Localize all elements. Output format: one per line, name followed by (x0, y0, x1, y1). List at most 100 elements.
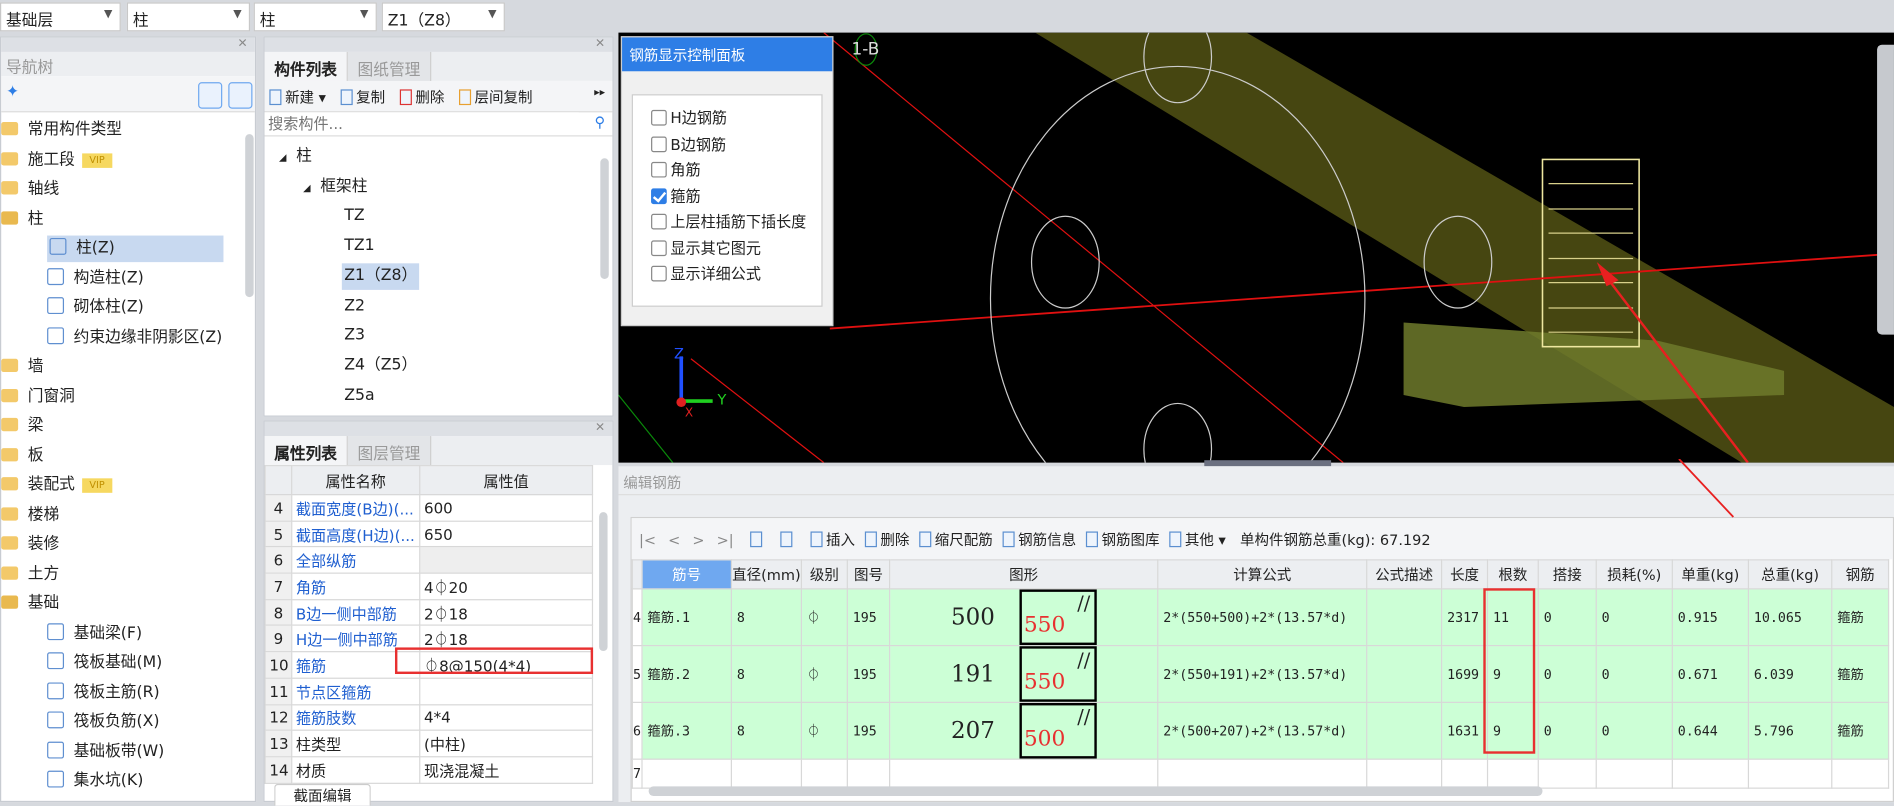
component-search[interactable]: ⚲ (264, 112, 613, 137)
expand-icon[interactable]: ◢ (303, 182, 310, 193)
component-tree-item[interactable]: TZ (342, 203, 367, 230)
property-row[interactable]: 11 节点区箍筋 (264, 677, 594, 705)
nav-item[interactable]: 柱(Z) (47, 235, 224, 263)
empty-cell[interactable] (846, 758, 891, 789)
empty-cell[interactable] (730, 758, 803, 789)
empty-cell[interactable] (889, 758, 1159, 789)
list-view-icon[interactable] (198, 82, 223, 109)
nav-item[interactable]: 墙 (1, 354, 44, 381)
more-icon[interactable]: ▸▸ (594, 87, 605, 99)
component-tree-item[interactable]: Z5a (342, 382, 377, 409)
rebar-tool-button[interactable]: 钢筋信息 (1002, 529, 1076, 550)
rebar-cell-type[interactable]: 箍筋 (1831, 645, 1890, 703)
component-tree-item[interactable]: Z3 (342, 323, 368, 350)
rebar-row[interactable]: 5 箍筋.2 8 ⏀ 195 191 550//2*(550+191)+2*(13.57*d… (631, 645, 1890, 703)
option-checkbox[interactable]: 箍筋 (651, 185, 701, 207)
component-tree-item[interactable]: Z2 (342, 293, 368, 320)
scrollbar[interactable] (600, 158, 609, 280)
empty-row[interactable]: 7 (631, 758, 1890, 789)
rebar-cell-total[interactable]: 5.796 (1747, 701, 1833, 760)
floor-copy-button[interactable]: 层间复制 (458, 87, 533, 108)
column-header[interactable]: 级别 (800, 559, 848, 590)
nav-item[interactable]: 施工段 VIP (1, 147, 112, 174)
rebar-cell-grade[interactable]: ⏀ (800, 701, 848, 760)
component-dropdown[interactable]: Z1（Z8） ▼ (381, 2, 505, 32)
component-tree-item[interactable]: ◢ 框架柱 (301, 174, 370, 201)
empty-cell[interactable] (1366, 758, 1443, 789)
rebar-tool-button[interactable]: 其他 ▾ (1169, 529, 1226, 550)
move-up-button[interactable] (750, 531, 766, 548)
rebar-cell-dia[interactable]: 8 (730, 645, 803, 703)
nav-item[interactable]: 轴线 (1, 176, 59, 203)
option-checkbox[interactable]: B边钢筋 (651, 133, 726, 155)
option-checkbox[interactable]: 显示详细公式 (651, 263, 761, 285)
component-tree-item[interactable]: ◢ 柱 (277, 144, 315, 171)
card-view-icon[interactable] (228, 82, 253, 109)
new-button[interactable]: 新建 ▾ (269, 87, 326, 108)
column-header[interactable]: 钢筋 (1831, 559, 1890, 590)
rebar-cell-len[interactable]: 1699 (1441, 645, 1489, 703)
component-tree-item[interactable]: Z1（Z8） (341, 263, 420, 290)
checkbox-icon[interactable] (651, 135, 667, 152)
view-toolbar[interactable] (1877, 44, 1894, 335)
rebar-cell-lap[interactable]: 0 (1537, 588, 1597, 647)
rebar-cell-lap[interactable]: 0 (1537, 645, 1597, 703)
record-nav-button[interactable]: |< (639, 531, 656, 548)
rebar-cell-name[interactable]: 箍筋.2 (641, 645, 732, 703)
empty-cell[interactable] (1831, 758, 1890, 789)
nav-item[interactable]: 楼梯 (1, 502, 59, 529)
column-header[interactable]: 筋号 (641, 559, 732, 590)
rebar-cell-fig[interactable]: 195 (846, 645, 891, 703)
empty-cell[interactable] (1537, 758, 1597, 789)
column-header[interactable]: 长度 (1441, 559, 1489, 590)
rebar-cell-type[interactable]: 箍筋 (1831, 588, 1890, 647)
empty-cell[interactable] (1671, 758, 1750, 789)
rebar-cell-formula[interactable]: 2*(500+207)+2*(13.57*d) (1157, 701, 1368, 760)
rebar-tool-button[interactable]: 插入 (810, 529, 855, 550)
option-checkbox[interactable]: 角筋 (651, 159, 701, 181)
rebar-shape-cell[interactable]: 500 550// (889, 588, 1159, 647)
search-input[interactable] (264, 112, 579, 135)
nav-item[interactable]: 板 (1, 443, 44, 470)
close-icon[interactable]: ✕ (264, 421, 613, 437)
rebar-cell-len[interactable]: 1631 (1441, 701, 1489, 760)
property-row[interactable]: 7 角筋 4⏀20 (264, 572, 594, 601)
rebar-cell-dia[interactable]: 8 (730, 701, 803, 760)
empty-cell[interactable] (1486, 758, 1539, 789)
sparkle-icon[interactable]: ✦ (6, 83, 19, 101)
tab-drawing-management[interactable]: 图纸管理 (347, 51, 432, 81)
rebar-cell-total[interactable]: 10.065 (1747, 588, 1833, 647)
rebar-cell-fig[interactable]: 195 (846, 588, 891, 647)
component-tree-item[interactable]: Z4（Z5） (342, 353, 420, 380)
column-header[interactable]: 搭接 (1537, 559, 1597, 590)
copy-button[interactable]: 复制 (340, 87, 385, 108)
close-icon[interactable]: ✕ (264, 37, 613, 52)
nav-item[interactable]: 构造柱(Z) (47, 265, 144, 292)
nav-item[interactable]: 基础梁(F) (47, 620, 142, 647)
empty-cell[interactable] (800, 758, 848, 789)
type-dropdown[interactable]: 柱 ▼ (253, 2, 377, 32)
rebar-tool-button[interactable]: 缩尺配筋 (919, 529, 993, 550)
column-header[interactable]: 根数 (1486, 559, 1539, 590)
nav-item[interactable]: 门窗洞 (1, 384, 75, 411)
rebar-cell-unit[interactable]: 0.671 (1671, 645, 1750, 703)
nav-item[interactable]: 装配式 VIP (1, 472, 112, 499)
rebar-cell-total[interactable]: 6.039 (1747, 645, 1833, 703)
nav-item[interactable]: 集水坑(K) (47, 768, 143, 795)
rebar-tool-button[interactable]: 钢筋图库 (1085, 529, 1159, 550)
floor-dropdown[interactable]: 基础层 ▼ (0, 2, 121, 32)
rebar-cell-grade[interactable]: ⏀ (800, 645, 848, 703)
nav-item[interactable]: 梁 (1, 413, 44, 440)
nav-item[interactable]: 筏板负筋(X) (47, 709, 160, 736)
nav-item[interactable]: 基础 (1, 591, 59, 618)
nav-item[interactable]: 装修 (1, 531, 59, 558)
empty-cell[interactable] (641, 758, 732, 789)
search-icon[interactable]: ⚲ (595, 114, 606, 131)
rebar-cell-dia[interactable]: 8 (730, 588, 803, 647)
column-header[interactable]: 单重(kg) (1671, 559, 1750, 590)
empty-cell[interactable] (1157, 758, 1368, 789)
rebar-cell-name[interactable]: 箍筋.1 (641, 588, 732, 647)
horizontal-scrollbar[interactable] (648, 786, 1543, 797)
column-header[interactable]: 图号 (846, 559, 891, 590)
column-header[interactable]: 公式描述 (1366, 559, 1443, 590)
